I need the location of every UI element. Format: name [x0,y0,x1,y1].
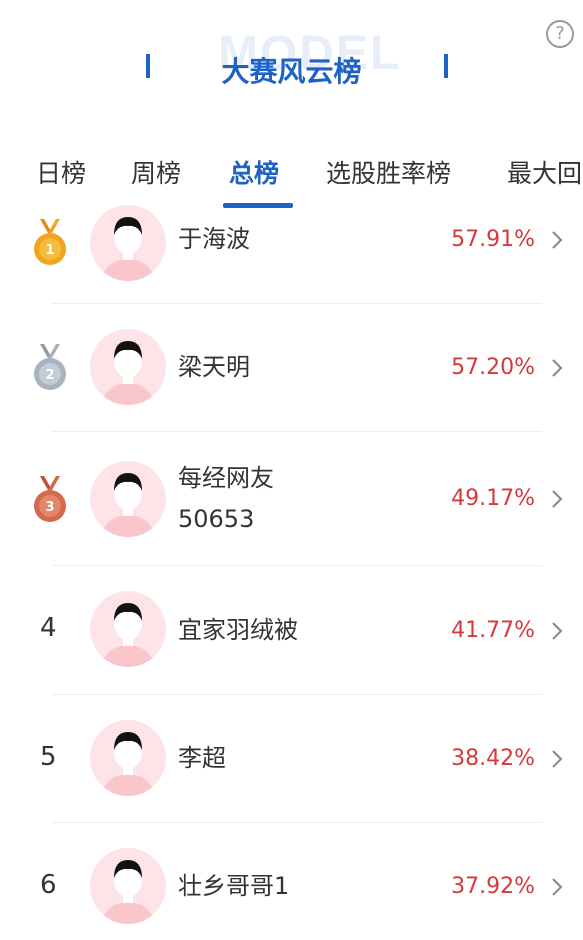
tab-overall[interactable]: 总榜 [229,154,279,190]
page-title: 大赛风云榜 [221,55,362,88]
user-name-line2: 50653 [178,505,255,533]
win-percent: 37.92% [451,874,535,899]
user-name: 梁天明 [178,353,250,381]
win-percent: 49.17% [451,486,535,511]
user-name: 于海波 [178,225,250,253]
silver-medal-icon: 2 [34,344,66,390]
avatar [90,720,166,796]
title-right-bar [444,54,448,78]
tab-max-drawdown[interactable]: 最大回 [507,154,582,190]
chevron-right-icon [552,750,563,768]
chevron-right-icon [552,622,563,640]
user-name: 每经网友 [178,464,274,492]
avatar [90,205,166,281]
tab-daily[interactable]: 日榜 [36,154,86,190]
ranking-row[interactable]: 5 李超 38.42% [0,695,583,822]
medal-rank: 2 [45,368,54,383]
ranking-row[interactable]: 4 宜家羽绒被 41.77% [0,566,583,694]
win-percent: 57.91% [451,227,535,252]
win-percent: 38.42% [451,746,535,771]
bronze-medal-icon: 3 [34,476,66,522]
rank-number: 4 [40,613,57,643]
ranking-row[interactable]: 3 每经网友 50653 49.17% [0,432,583,565]
user-name: 李超 [178,744,226,772]
ranking-row[interactable]: 6 壮乡哥哥1 37.92% [0,823,583,940]
win-percent: 57.20% [451,355,535,380]
rank-number: 5 [40,742,57,772]
ranking-row[interactable]: 2 梁天明 57.20% [0,304,583,431]
chevron-right-icon [552,359,563,377]
medal-rank: 1 [45,243,54,258]
help-icon[interactable]: ? [546,20,574,48]
avatar [90,461,166,537]
header: MODEL 大赛风云榜 ? [0,0,583,130]
tab-win-rate[interactable]: 选股胜率榜 [326,154,451,190]
ranking-tabs: 日榜 周榜 总榜 选股胜率榜 最大回 [0,150,583,210]
ranking-row[interactable]: 1 于海波 57.91% [0,205,583,303]
medal-rank: 3 [45,500,54,515]
chevron-right-icon [552,490,563,508]
user-name: 宜家羽绒被 [178,616,298,644]
avatar [90,848,166,924]
tab-weekly[interactable]: 周榜 [131,154,181,190]
gold-medal-icon: 1 [34,219,66,265]
win-percent: 41.77% [451,618,535,643]
chevron-right-icon [552,878,563,896]
avatar [90,329,166,405]
user-name: 壮乡哥哥1 [178,872,290,900]
rank-number: 6 [40,870,57,900]
avatar [90,591,166,667]
chevron-right-icon [552,231,563,249]
